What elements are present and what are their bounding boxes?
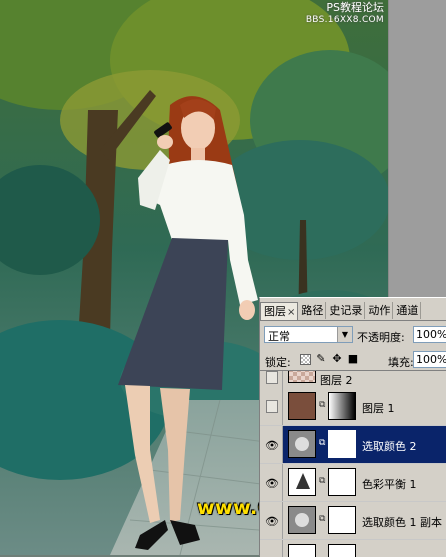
visibility-box [266,371,278,384]
layer-name: 图层 1 [362,402,395,415]
layer-name: 图层 2 [320,374,353,387]
layer-row[interactable] [260,540,446,557]
layer-row[interactable]: 👁 ⧉ 色彩平衡 1 [260,464,446,502]
tab-layers-label: 图层 [264,305,286,318]
watermark-top: PS教程论坛 BBS.16XX8.COM [306,2,384,26]
layer-name: 选取颜色 2 [362,440,417,453]
layer-mask-thumbnail [328,544,356,557]
tab-divider [260,320,446,321]
visibility-toggle[interactable]: 👁 [260,502,283,539]
tab-history[interactable]: 史记录 [326,302,366,319]
link-icon: ⧉ [319,476,326,486]
watermark-domain: BBS.16XX8.COM [305,15,384,25]
workspace-background [388,0,446,297]
panel-tabs: 图层× 路径 史记录 动作 通道 [260,302,446,320]
layers-panel: 图层× 路径 史记录 动作 通道 正常 ▼ 不透明度: 100% 锁定: ✎ ✥… [259,297,446,557]
tab-paths-label: 路径 [301,304,324,317]
adjustment-circle [295,437,309,451]
layer-mask-thumbnail [328,468,356,496]
visibility-toggle[interactable] [260,540,283,557]
close-icon[interactable]: × [287,307,295,318]
layer-row-selected[interactable]: 👁 ⧉ 选取颜色 2 [260,426,446,464]
adjustment-icon [288,430,316,458]
tab-paths[interactable]: 路径 [298,302,327,319]
visibility-toggle[interactable] [260,388,283,425]
link-icon: ⧉ [319,438,326,448]
blend-mode-value: 正常 [268,330,290,343]
layer-thumbnail [288,371,316,383]
fill-field[interactable]: 100% [413,351,446,368]
opacity-field[interactable]: 100% [413,326,446,343]
tab-actions[interactable]: 动作 [365,302,394,319]
tab-channels[interactable]: 通道 [393,302,422,319]
link-icon: ⧉ [319,514,326,524]
eye-icon: 👁 [265,477,279,490]
link-icon: ⧉ [319,400,326,410]
tab-history-label: 史记录 [329,304,363,317]
lock-label: 锁定: [265,356,291,369]
lock-transparent-icon[interactable] [300,354,311,365]
lock-options: ✎ ✥ ■ [300,353,359,365]
layer-mask-thumbnail [328,430,356,458]
layer-row[interactable]: 👁 ⧉ 选取颜色 1 副本 [260,502,446,540]
opacity-label: 不透明度: [357,331,405,344]
tab-layers[interactable]: 图层× [260,302,299,320]
blend-mode-select[interactable]: 正常 ▼ [264,326,353,343]
tab-actions-label: 动作 [368,304,391,317]
move-icon[interactable]: ✥ [331,353,343,365]
visibility-box [266,400,278,413]
tab-channels-label: 通道 [396,304,419,317]
layer-row[interactable]: ⧉ 图层 1 [260,388,446,426]
balance-shape [296,473,310,489]
lock-icon[interactable]: ■ [347,353,359,365]
layer-mask-thumbnail [328,506,356,534]
visibility-toggle[interactable]: 👁 [260,464,283,501]
adjustment-circle [295,513,309,527]
adjustment-icon [288,468,316,496]
layer-thumbnail [288,392,316,420]
visibility-toggle[interactable]: 👁 [260,426,283,463]
chevron-down-icon[interactable]: ▼ [337,327,352,342]
eye-icon: 👁 [265,439,279,452]
visibility-toggle[interactable] [260,371,283,388]
layer-mask-thumbnail [328,392,356,420]
eye-icon: 👁 [265,515,279,528]
layer-list: 图层 2 ⧉ 图层 1 👁 ⧉ 选取颜色 2 👁 ⧉ 色彩平衡 1 👁 ⧉ 选取… [260,370,446,557]
brush-icon[interactable]: ✎ [315,353,327,365]
fill-label: 填充: [388,356,414,369]
adjustment-icon [288,506,316,534]
layer-name: 选取颜色 1 副本 [362,516,442,529]
layer-name: 色彩平衡 1 [362,478,417,491]
watermark-site: PS教程论坛 [326,1,384,14]
layer-row[interactable]: 图层 2 [260,371,446,389]
layer-thumbnail [288,544,316,557]
